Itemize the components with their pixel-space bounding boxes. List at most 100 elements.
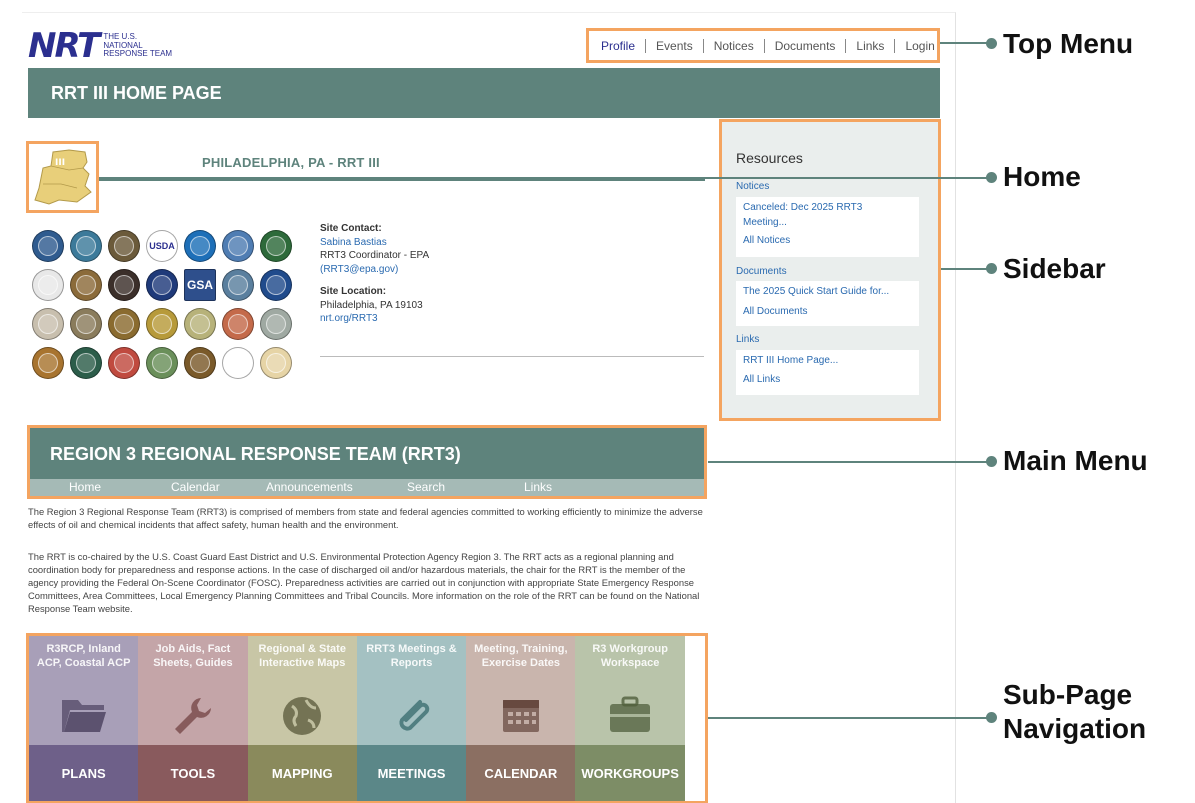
seal-18-seal-icon bbox=[146, 308, 178, 340]
subpage-tile-meetings[interactable]: RRT3 Meetings & Reports MEETINGS bbox=[356, 636, 467, 801]
annotation-subpage-nav: Sub-Page Navigation bbox=[1003, 679, 1147, 744]
agency-seals: USDA GSA bbox=[32, 230, 298, 381]
main-menu-links[interactable]: Links bbox=[524, 479, 552, 496]
sidebar-all-notices-link[interactable]: All Notices bbox=[743, 234, 912, 249]
paperclip-icon bbox=[390, 694, 434, 743]
contact-name-link[interactable]: Sabina Bastias bbox=[320, 236, 429, 250]
seal-15-seal-icon bbox=[32, 308, 64, 340]
seal-1-seal-icon bbox=[32, 230, 64, 262]
seal-16-seal-icon bbox=[70, 308, 102, 340]
subpage-tile-description: Meeting, Training, Exercise Dates bbox=[474, 643, 568, 669]
subpage-tile-image: Regional & State Interactive Maps bbox=[247, 636, 357, 746]
annotation-dot bbox=[986, 172, 997, 183]
site-location: Philadelphia, PA 19103 bbox=[320, 299, 423, 311]
seal-11-seal-icon bbox=[146, 269, 178, 301]
seal-7-seal-icon bbox=[260, 230, 292, 262]
subpage-tile-title: MEETINGS bbox=[356, 745, 467, 801]
top-menu: Profile Events Notices Documents Links L… bbox=[586, 28, 940, 63]
contact-divider bbox=[320, 356, 704, 357]
seal-14-seal-icon bbox=[260, 269, 292, 301]
seal-19-seal-icon bbox=[184, 308, 216, 340]
seal-24-seal-icon bbox=[108, 347, 140, 379]
annotation-sidebar: Sidebar bbox=[1003, 253, 1106, 284]
subpage-tile-title: CALENDAR bbox=[466, 745, 576, 801]
main-menu-calendar[interactable]: Calendar bbox=[171, 479, 220, 496]
annotation-dot bbox=[986, 712, 997, 723]
annotation-connector bbox=[941, 268, 992, 270]
nrt-logo-mark: NRT bbox=[28, 26, 100, 66]
seal-25-seal-icon bbox=[146, 347, 178, 379]
subpage-tile-description: R3 Workgroup Workspace bbox=[592, 643, 668, 669]
top-menu-documents[interactable]: Documents bbox=[765, 38, 847, 53]
subpage-tile-tools[interactable]: Job Aids, Fact Sheets, Guides TOOLS bbox=[138, 636, 248, 801]
sidebar-notice-link[interactable]: Canceled: Dec 2025 RRT3 bbox=[743, 201, 912, 216]
wrench-icon bbox=[171, 694, 215, 743]
subpage-tile-description: Regional & State Interactive Maps bbox=[258, 643, 346, 669]
nrt-logo-text: THE U.S. NATIONAL RESPONSE TEAM bbox=[103, 33, 172, 59]
subpage-tile-description: Job Aids, Fact Sheets, Guides bbox=[153, 643, 233, 669]
sidebar-documents-box: The 2025 Quick Start Guide for... All Do… bbox=[736, 281, 919, 326]
top-menu-notices[interactable]: Notices bbox=[704, 38, 765, 53]
sidebar-notices-heading[interactable]: Notices bbox=[736, 181, 769, 192]
sidebar-documents-heading[interactable]: Documents bbox=[736, 266, 787, 277]
subpage-tile-plans[interactable]: R3RCP, Inland ACP, Coastal ACP PLANS bbox=[29, 636, 139, 801]
sidebar-all-links-link[interactable]: All Links bbox=[743, 373, 912, 388]
intro-paragraph: The Region 3 Regional Response Team (RRT… bbox=[28, 506, 703, 530]
seal-2-seal-icon bbox=[70, 230, 102, 262]
seal-26-seal-icon bbox=[184, 347, 216, 379]
calendar-icon bbox=[501, 694, 541, 739]
region-map-icon: III bbox=[34, 149, 92, 205]
contact-email-link[interactable]: (RRT3@epa.gov) bbox=[320, 263, 429, 277]
seal-3-seal-icon bbox=[108, 230, 140, 262]
main-menu-title: REGION 3 REGIONAL RESPONSE TEAM (RRT3) bbox=[50, 444, 461, 464]
annotation-main-menu: Main Menu bbox=[1003, 445, 1148, 476]
seal-27-seal-icon bbox=[222, 347, 254, 379]
top-menu-events[interactable]: Events bbox=[646, 38, 704, 53]
site-contact-label: Site Contact: bbox=[320, 223, 382, 234]
sidebar-notice-link-cont[interactable]: Meeting... bbox=[743, 216, 912, 231]
annotation-connector bbox=[99, 177, 992, 179]
sidebar-all-documents-link[interactable]: All Documents bbox=[743, 305, 912, 320]
subpage-tile-workgroups[interactable]: R3 Workgroup Workspace WORKGROUPS bbox=[575, 636, 685, 801]
main-menu-home[interactable]: Home bbox=[69, 479, 101, 496]
sidebar-title: Resources bbox=[736, 150, 803, 166]
sidebar-links-heading[interactable]: Links bbox=[736, 334, 759, 345]
annotation-connector bbox=[940, 42, 992, 44]
annotation-top-menu: Top Menu bbox=[1003, 28, 1134, 59]
home-region-map[interactable]: III bbox=[26, 141, 99, 213]
top-menu-login[interactable]: Login bbox=[895, 39, 944, 53]
seal-22-seal-icon bbox=[32, 347, 64, 379]
contact-role: RRT3 Coordinator - EPA bbox=[320, 250, 430, 261]
page-title-banner: RRT III HOME PAGE bbox=[28, 68, 940, 118]
top-menu-profile[interactable]: Profile bbox=[591, 38, 647, 53]
subpage-tile-calendar[interactable]: Meeting, Training, Exercise Dates CALENDA… bbox=[466, 636, 576, 801]
home-map-label: III bbox=[55, 158, 65, 168]
nrt-logo[interactable]: NRT THE U.S. NATIONAL RESPONSE TEAM bbox=[28, 26, 172, 66]
subpage-tile-mapping[interactable]: Regional & State Interactive Maps MAPPING bbox=[247, 636, 357, 801]
subpage-tile-image: RRT3 Meetings & Reports bbox=[356, 636, 467, 746]
home-divider bbox=[99, 179, 705, 181]
seal-21-seal-icon bbox=[260, 308, 292, 340]
gsa-seal-icon: GSA bbox=[184, 269, 216, 301]
rrt-description-paragraph: The RRT is co-chaired by the U.S. Coast … bbox=[28, 551, 700, 614]
usda-seal-text: USDA bbox=[149, 241, 175, 251]
subpage-tile-title: TOOLS bbox=[138, 745, 248, 801]
subpage-tile-image: R3 Workgroup Workspace bbox=[575, 636, 685, 746]
sidebar-document-link[interactable]: The 2025 Quick Start Guide for... bbox=[743, 285, 912, 300]
site-url-link[interactable]: nrt.org/RRT3 bbox=[320, 312, 429, 326]
logo-text-line: RESPONSE TEAM bbox=[103, 49, 173, 59]
main-menu-announcements[interactable]: Announcements bbox=[266, 479, 353, 496]
site-contact: Site Contact: Sabina Bastias RRT3 Coordi… bbox=[320, 222, 429, 326]
sidebar-link-item[interactable]: RRT III Home Page... bbox=[743, 354, 912, 369]
seal-10-seal-icon bbox=[108, 269, 140, 301]
gsa-seal-text: GSA bbox=[186, 278, 213, 292]
briefcase-icon bbox=[608, 694, 652, 739]
annotation-connector bbox=[708, 717, 992, 719]
top-menu-links[interactable]: Links bbox=[846, 38, 896, 53]
subpage-tile-title: MAPPING bbox=[247, 745, 357, 801]
seal-8-seal-icon bbox=[32, 269, 64, 301]
annotation-dot bbox=[986, 38, 997, 49]
main-menu-search[interactable]: Search bbox=[407, 479, 445, 496]
subpage-tile-description: R3RCP, Inland ACP, Coastal ACP bbox=[36, 643, 131, 669]
subpage-tile-image: R3RCP, Inland ACP, Coastal ACP bbox=[29, 636, 139, 746]
